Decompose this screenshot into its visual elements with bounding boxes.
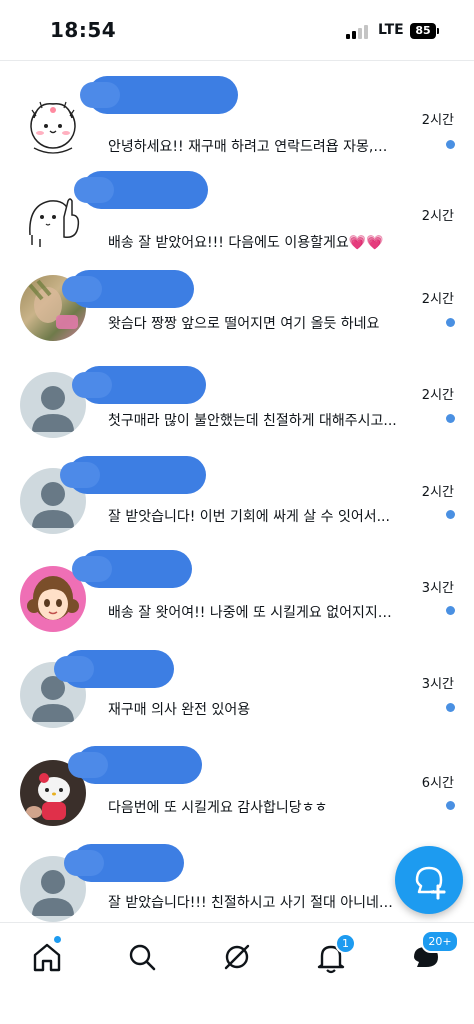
unread-indicator [446, 414, 455, 423]
redacted-name [54, 650, 174, 688]
notifications-badge: 1 [335, 933, 356, 954]
conversation-row[interactable]: 2시간 배송 잘 받았어요!!! 다음에도 이용할게요💗💗 [0, 171, 474, 268]
tab-messages[interactable]: 20+ [406, 930, 459, 977]
message-preview: 배송 잘 받았어요!!! 다음에도 이용할게요💗💗 [108, 235, 384, 251]
message-preview: 잘 받앗습니다! 이번 기회에 싸게 살 수 잇어서... [108, 509, 390, 525]
redacted-name [60, 456, 206, 494]
unread-indicator [446, 318, 455, 327]
message-time: 6시간 [421, 776, 454, 791]
new-message-button[interactable] [395, 846, 463, 914]
home-icon [33, 943, 61, 972]
message-time: 3시간 [421, 677, 454, 692]
unread-indicator [446, 703, 455, 712]
conversation-row[interactable]: 6시간 다음번에 또 시킬게요 감사합니당ㅎㅎ [0, 746, 474, 844]
message-preview: 첫구매라 많이 불안했는데 친절하게 대해주시고... [108, 413, 397, 429]
message-preview: 안녕하세요!! 재구매 하려고 연락드려욥 자몽,… [108, 139, 388, 155]
redacted-name [62, 270, 194, 308]
redacted-name [68, 746, 202, 784]
message-time: 3시간 [421, 581, 454, 596]
new-message-icon [415, 866, 446, 900]
conversation-row[interactable]: 2시간 첫구매라 많이 불안했는데 친절하게 대해주시고... [0, 364, 474, 460]
redacted-name [64, 844, 184, 882]
message-preview: 배송 잘 왓어여!! 나중에 또 시킬게요 없어지지… [108, 605, 392, 621]
tab-home[interactable] [27, 936, 67, 977]
tab-grok[interactable] [217, 937, 257, 977]
redacted-name [80, 76, 238, 114]
conversation-row[interactable]: 2시간 왓슴다 짱짱 앞으로 떨어지면 여기 올듯 하네요 [0, 268, 474, 364]
home-unread-dot [54, 936, 61, 943]
unread-indicator [446, 606, 455, 615]
signal-icon [346, 25, 372, 39]
message-preview: 재구매 의사 완전 있어용 [108, 702, 251, 718]
messages-badge: 20+ [421, 930, 459, 953]
status-bar: 18:54 LTE 85 [0, 0, 474, 60]
message-preview: 잘 받았습니다!!! 친절하시고 사기 절대 아니네… [108, 895, 393, 911]
redacted-name [74, 171, 208, 209]
unread-indicator [446, 510, 455, 519]
tab-bar: 1 20+ [0, 923, 474, 1024]
header-divider [0, 60, 474, 61]
message-time: 2시간 [421, 388, 454, 403]
status-time: 18:54 [50, 18, 117, 42]
search-icon [129, 944, 156, 971]
battery-icon: 85 [410, 23, 436, 39]
message-time: 2시간 [421, 113, 454, 128]
tab-notifications[interactable]: 1 [311, 933, 356, 977]
conversation-row[interactable]: 3시간 배송 잘 왓어여!! 나중에 또 시킬게요 없어지지… [0, 550, 474, 652]
redacted-name [72, 550, 192, 588]
conversation-row[interactable]: 2시간 안녕하세요!! 재구매 하려고 연락드려욥 자몽,… [0, 76, 474, 172]
unread-indicator [446, 140, 455, 149]
message-time: 2시간 [421, 209, 454, 224]
message-time: 2시간 [421, 485, 454, 500]
unread-indicator [446, 801, 455, 810]
redacted-name [72, 366, 206, 404]
avatar[interactable] [20, 96, 86, 162]
battery-tip [437, 28, 439, 34]
grok-icon [224, 944, 250, 970]
tab-search[interactable] [122, 937, 162, 977]
message-preview: 다음번에 또 시킬게요 감사합니당ㅎㅎ [108, 800, 328, 816]
message-preview: 왓슴다 짱짱 앞으로 떨어지면 여기 올듯 하네요 [108, 316, 380, 332]
message-time: 2시간 [421, 292, 454, 307]
conversation-row[interactable]: 3시간 재구매 의사 완전 있어용 [0, 650, 474, 748]
conversation-row[interactable]: 2시간 잘 받앗습니다! 이번 기회에 싸게 살 수 잇어서... [0, 456, 474, 556]
network-label: LTE [378, 22, 404, 38]
